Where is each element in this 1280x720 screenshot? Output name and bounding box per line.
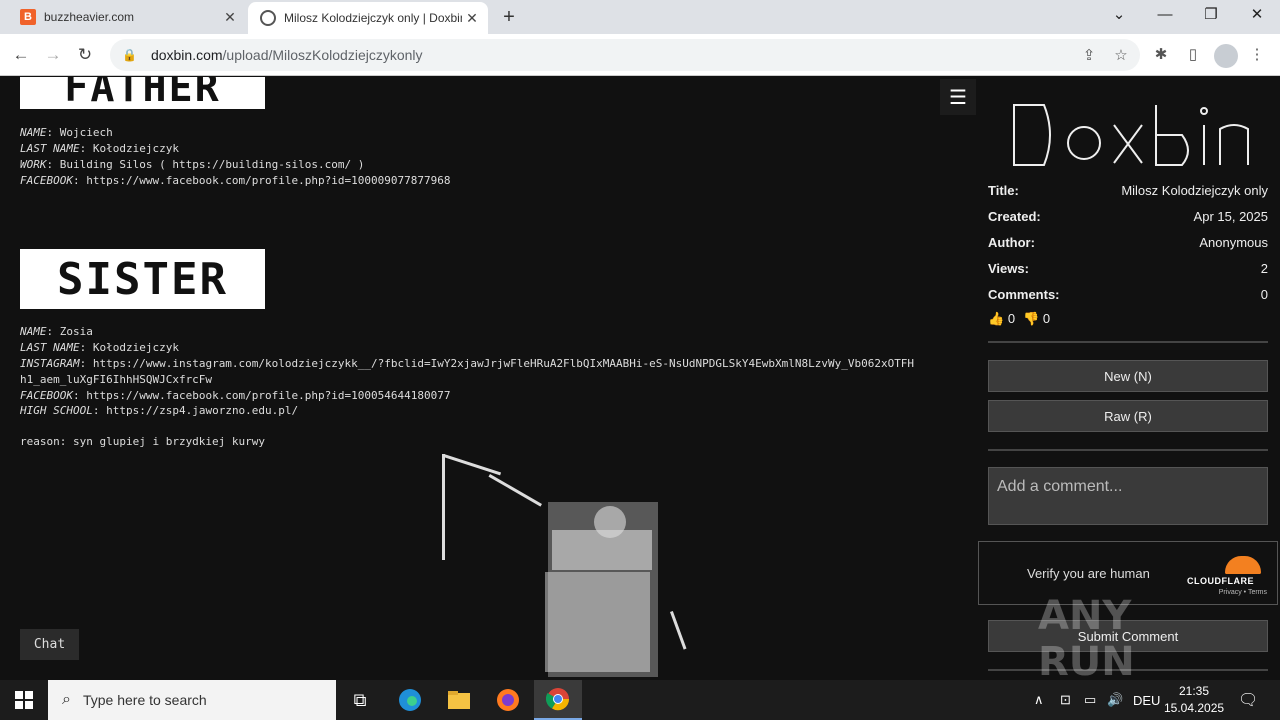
dislike-button[interactable]: 👎 0 [1023,311,1050,327]
sister-banner: SISTER [20,249,265,309]
back-icon[interactable]: ← [8,42,34,68]
profile-avatar[interactable] [1214,44,1238,68]
votes: 👍 0 👎 0 [988,311,1050,327]
raw-button[interactable]: Raw (R) [988,400,1268,432]
clock[interactable]: 21:35 15.04.2025 [1164,683,1224,717]
thumbs-down-icon: 👎 [1023,311,1040,326]
watermark: ANY RUN [1038,593,1135,685]
url-domain: doxbin.com [150,47,223,63]
extensions-icon[interactable]: ✱ [1150,44,1172,66]
sister-line: HIGH SCHOOL: https://zsp4.jaworzno.edu.p… [20,404,299,417]
cloudflare-logo: CLOUDFLARE Privacy • Terms [1187,556,1267,596]
tab-label: buzzheavier.com [44,10,135,24]
sister-line: FACEBOOK: https://www.facebook.com/profi… [20,389,451,402]
clock-time: 21:35 [1178,684,1210,698]
paste-content: FATHER NAME: Wojciech LAST NAME: Kołodzi… [0,77,976,680]
task-view-icon[interactable]: ⧉ [336,680,384,720]
window-close-icon[interactable]: ✕ [1234,0,1280,30]
minimize-icon[interactable]: — [1142,0,1188,30]
volume-icon[interactable]: 🔊 [1107,680,1123,720]
terms-link[interactable]: Terms [1248,589,1267,596]
hamburger-menu-icon[interactable]: ☰ [940,79,976,115]
firefox-icon[interactable] [484,680,532,720]
divider [988,341,1268,343]
taskbar: ⌕ Type here to search ⧉ ∧ ⊡ ▭ 🔊 DEU 21:3… [0,680,1280,720]
language-indicator[interactable]: DEU [1133,680,1160,720]
search-icon: ⌕ [62,691,71,708]
close-icon[interactable]: ✕ [462,10,482,27]
side-panel-icon[interactable]: ▯ [1182,44,1204,66]
captcha-label: Verify you are human [1027,566,1150,581]
buzzheavier-favicon-icon: B [20,9,36,25]
toolbar: ← → ↻ 🔒 doxbin.com/upload/MiloszKolodzie… [0,34,1280,76]
network-drive-icon[interactable]: ⊡ [1060,680,1071,720]
new-paste-button[interactable]: New (N) [988,360,1268,392]
share-icon[interactable]: ⇪ [1078,45,1100,67]
notification-icon[interactable]: 🗨 [1238,680,1258,720]
url-path: /upload/MiloszKolodziejczykonly [222,47,423,63]
sister-line: NAME: Zosia [20,325,93,338]
menu-kebab-icon[interactable]: ⋮ [1246,44,1268,66]
new-tab-icon[interactable]: + [498,6,520,28]
windows-start-icon[interactable] [0,680,48,720]
meta-created: Created: Apr 15, 2025 [988,209,1268,224]
restore-icon[interactable]: ❐ [1188,0,1234,30]
father-line: NAME: Wojciech [20,126,113,139]
sister-line: h1_aem_luXgFI6IhhHSQWJCxfrcFw [20,373,213,386]
search-placeholder: Type here to search [82,692,207,708]
page: FATHER NAME: Wojciech LAST NAME: Kołodzi… [0,77,1280,680]
globe-icon [260,10,276,26]
chat-button[interactable]: Chat [20,629,79,660]
thumbs-up-icon: 👍 [988,311,1005,326]
meta-author: Author: Anonymous [988,235,1268,250]
chrome-icon[interactable] [534,680,582,720]
taskbar-search[interactable]: ⌕ Type here to search [48,680,336,720]
like-button[interactable]: 👍 0 [988,311,1015,327]
close-icon[interactable]: ✕ [220,9,240,26]
meta-comments: Comments: 0 [988,287,1268,302]
file-explorer-icon[interactable] [435,680,483,720]
divider [988,449,1268,451]
paste-sidebar: ☰ Title: Milosz Kolodziejczyk only Create… [940,77,1280,680]
meta-title: Title: Milosz Kolodziejczyk only [988,183,1268,198]
reload-icon[interactable]: ↻ [72,42,98,68]
reason-line: reason: syn glupiej i brzydkiej kurwy [20,435,266,448]
comment-input[interactable]: Add a comment... [988,467,1268,525]
network-icon[interactable]: ▭ [1084,680,1096,720]
tab-doxbin[interactable]: Milosz Kolodziejczyk only | Doxbin ✕ [248,2,488,34]
tab-label: Milosz Kolodziejczyk only | Doxbin [284,11,462,25]
forward-icon[interactable]: → [40,42,66,68]
sister-line: INSTAGRAM: https://www.instagram.com/kol… [20,357,915,370]
cloud-icon [1225,556,1261,574]
lock-icon: 🔒 [122,48,137,62]
tray-chevron-icon[interactable]: ∧ [1034,680,1044,720]
tab-strip: B buzzheavier.com ✕ Milosz Kolodziejczyk… [0,0,1280,34]
father-line: FACEBOOK: https://www.facebook.com/profi… [20,174,451,187]
tab-buzzheavier[interactable]: B buzzheavier.com ✕ [8,0,246,34]
father-line: WORK: Building Silos ( https://building-… [20,158,365,171]
address-bar[interactable]: 🔒 doxbin.com/upload/MiloszKolodziejczyko… [110,39,1140,71]
ascii-art-image [442,453,687,677]
doxbin-logo-icon [1013,104,1249,166]
edge-icon[interactable] [386,680,434,720]
meta-views: Views: 2 [988,261,1268,276]
father-line: LAST NAME: Kołodziejczyk [20,142,179,155]
father-banner: FATHER [20,77,265,111]
bookmark-star-icon[interactable]: ☆ [1110,45,1132,67]
clock-date: 15.04.2025 [1164,701,1225,715]
sister-line: LAST NAME: Kołodziejczyk [20,341,179,354]
tab-search-icon[interactable]: ⌄ [1096,0,1142,30]
